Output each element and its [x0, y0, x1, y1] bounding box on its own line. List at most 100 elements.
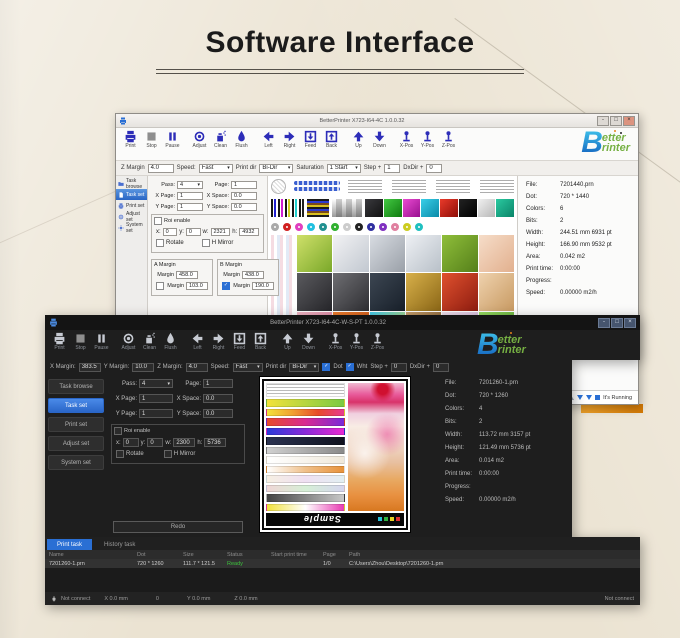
saturation-select[interactable]: 1 Start ▾	[326, 163, 361, 173]
toolbar-button[interactable]: Flush	[160, 332, 181, 351]
a-margin-checkbox[interactable]	[156, 282, 164, 290]
table-header-cell[interactable]: Size	[183, 552, 227, 558]
toolbar-button[interactable]: Up	[277, 332, 298, 351]
y-page-input[interactable]: 1	[139, 409, 173, 418]
page-input[interactable]: 1	[231, 181, 257, 189]
roi-enable-checkbox[interactable]	[114, 427, 122, 435]
table-header-cell[interactable]: Name	[49, 552, 137, 558]
roi-y-input[interactable]: 0	[147, 438, 164, 447]
roi-w-input[interactable]: 2300	[173, 438, 196, 447]
titlebar[interactable]: BetterPrinter X723-I64-4C-W-S-PT 1.0.0.3…	[45, 315, 640, 330]
b-margin-input-2[interactable]: 190.0	[252, 282, 274, 290]
dxdir-input[interactable]: 0	[433, 362, 450, 372]
y-space-input[interactable]: 0.0	[203, 409, 233, 418]
close-button[interactable]: ×	[624, 317, 636, 328]
page-input[interactable]: 1	[203, 379, 233, 388]
rotate-checkbox[interactable]	[156, 239, 164, 247]
b-margin-checkbox[interactable]	[222, 282, 230, 290]
speed-select[interactable]: Fast ▾	[198, 163, 233, 173]
toolbar-button[interactable]: Y-Pos	[417, 130, 438, 149]
maximize-button[interactable]: □	[611, 317, 623, 328]
toolbar-button[interactable]: Feed	[229, 332, 250, 351]
toolbar-button[interactable]: Z-Pos	[367, 332, 388, 351]
toolbar-button[interactable]: Print	[120, 130, 141, 149]
x-page-input[interactable]: 1	[177, 192, 203, 200]
roi-enable-checkbox[interactable]	[154, 217, 162, 225]
y-page-input[interactable]: 1	[177, 203, 203, 211]
toolbar-button[interactable]: Clean	[139, 332, 160, 351]
toolbar-button[interactable]: X-Pos	[325, 332, 346, 351]
dxdir-input[interactable]: 0	[426, 163, 443, 173]
sidebar-item[interactable]: System set	[48, 455, 104, 470]
table-header-cell[interactable]: Dot	[137, 552, 183, 558]
x-space-input[interactable]: 0.0	[231, 192, 257, 200]
tab[interactable]: History task	[94, 539, 145, 550]
toolbar-button[interactable]: Stop	[141, 130, 162, 149]
sidebar-item[interactable]: Print set	[48, 417, 104, 432]
b-margin-input-1[interactable]: 438.0	[242, 271, 264, 279]
sidebar-item[interactable]: Task browse	[48, 379, 104, 394]
toolbar-button[interactable]: Stop	[70, 332, 91, 351]
toolbar-button[interactable]: Back	[321, 130, 342, 149]
toolbar-button[interactable]: Right	[208, 332, 229, 351]
roi-h-input[interactable]: 5736	[204, 438, 227, 447]
roi-x-input[interactable]: 0	[122, 438, 139, 447]
rotate-checkbox[interactable]	[116, 450, 124, 458]
titlebar[interactable]: BetterPrinter X723-I64-4C 1.0.0.32 - □ ×	[116, 114, 638, 128]
table-header-cell[interactable]: Status	[227, 552, 271, 558]
print-dir-select[interactable]: Bi-Dir ▾	[289, 362, 320, 372]
toolbar-button[interactable]: Pause	[91, 332, 112, 351]
sidebar-item[interactable]: Task browse	[116, 178, 147, 190]
maximize-button[interactable]: □	[610, 115, 622, 126]
a-margin-input-1[interactable]: 458.0	[176, 271, 198, 279]
sidebar-item[interactable]: Adjust set	[48, 436, 104, 451]
tab[interactable]: Print task	[47, 539, 93, 550]
h-mirror-checkbox[interactable]	[201, 239, 210, 247]
sidebar-item[interactable]: Adjust set	[116, 211, 147, 223]
toolbar-button[interactable]: Back	[250, 332, 271, 351]
pass-select[interactable]: 4 ▾	[177, 181, 203, 189]
roi-x-input[interactable]: 0	[162, 228, 178, 236]
toolbar-button[interactable]: Adjust	[118, 332, 139, 351]
roi-w-input[interactable]: 2321	[210, 228, 231, 236]
toolbar-button[interactable]: Z-Pos	[438, 130, 459, 149]
toolbar-button[interactable]: Feed	[300, 130, 321, 149]
toolbar-button[interactable]: Y-Pos	[346, 332, 367, 351]
sidebar-item[interactable]: Task set	[48, 398, 104, 413]
pass-select[interactable]: 4 ▾	[139, 379, 173, 388]
x-space-input[interactable]: 0.0	[203, 394, 233, 403]
sidebar-item[interactable]: Print set	[116, 200, 147, 211]
step-input[interactable]: 1	[384, 163, 401, 173]
toolbar-button[interactable]: Left	[187, 332, 208, 351]
z-margin-input[interactable]: 4.0	[185, 362, 208, 372]
sidebar-item[interactable]: Task set	[116, 189, 147, 200]
x-page-input[interactable]: 1	[139, 394, 173, 403]
toolbar-button[interactable]: Clean	[210, 130, 231, 149]
toolbar-button[interactable]: Pause	[162, 130, 183, 149]
redo-button[interactable]: Redo	[113, 521, 243, 533]
table-header-cell[interactable]: Page	[323, 552, 349, 558]
speed-select[interactable]: Fast ▾	[232, 362, 263, 372]
table-row[interactable]: 7201260-1.prn 720 * 1260 111.7 * 121.5 Read…	[45, 559, 640, 568]
toolbar-button[interactable]: Flush	[231, 130, 252, 149]
z-margin-input[interactable]: 4.0	[147, 163, 174, 173]
toolbar-button[interactable]: X-Pos	[396, 130, 417, 149]
toolbar-button[interactable]: Print	[49, 332, 70, 351]
toolbar-button[interactable]: Adjust	[189, 130, 210, 149]
toolbar-button[interactable]: Left	[258, 130, 279, 149]
toolbar-button[interactable]: Up	[348, 130, 369, 149]
step-input[interactable]: 0	[390, 362, 407, 372]
y-space-input[interactable]: 0.0	[231, 203, 257, 211]
table-header-cell[interactable]: Start print time	[271, 552, 323, 558]
minimize-button[interactable]: -	[598, 317, 610, 328]
y-margin-input[interactable]: 10.0	[132, 362, 155, 372]
print-dir-select[interactable]: Bi-Dir ▾	[259, 163, 294, 173]
print-preview[interactable]: Sample	[259, 374, 411, 537]
x-margin-input[interactable]: 383.5	[78, 362, 101, 372]
toolbar-button[interactable]: Down	[298, 332, 319, 351]
dot-checkbox[interactable]	[322, 363, 331, 371]
close-button[interactable]: ×	[623, 115, 635, 126]
toolbar-button[interactable]: Right	[279, 130, 300, 149]
minimize-button[interactable]: -	[597, 115, 609, 126]
wht-checkbox[interactable]	[345, 363, 354, 371]
